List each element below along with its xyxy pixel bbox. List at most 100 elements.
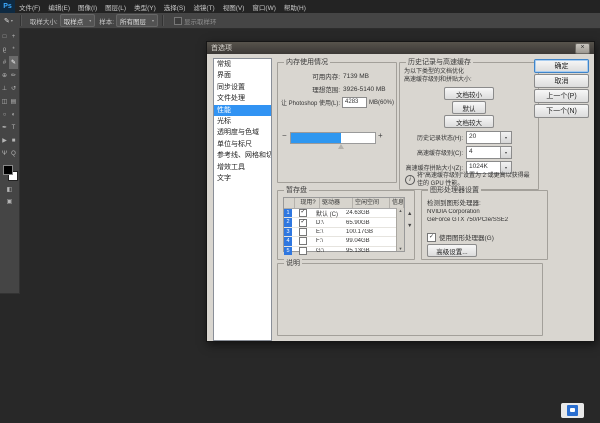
hand-tool[interactable]: Ψ xyxy=(0,147,9,160)
chevron-down-icon: ▾ xyxy=(11,18,13,23)
sidebar-item-type[interactable]: 文字 xyxy=(214,173,271,184)
table-row[interactable]: 1 ✓ 默认 (C) 24.63GB xyxy=(284,209,404,218)
blur-tool[interactable]: ○ xyxy=(0,108,9,121)
zoom-tool[interactable]: Q xyxy=(9,147,18,160)
tall-and-thin-button[interactable]: 文档较小 xyxy=(444,87,494,100)
close-icon[interactable]: × xyxy=(575,43,590,54)
tray-notification[interactable] xyxy=(561,403,584,418)
menu-view[interactable]: 视图(V) xyxy=(219,2,249,12)
memory-slider-thumb[interactable] xyxy=(338,144,344,149)
table-row[interactable]: 2 ✓ D:\ 65.90GB xyxy=(284,218,404,227)
active-checkbox[interactable] xyxy=(299,247,307,255)
menubar: Ps 文件(F) 编辑(E) 图像(I) 图层(L) 类型(Y) 选择(S) 滤… xyxy=(0,0,600,13)
use-gpu-row: ✓ 使用图形处理器(G) xyxy=(427,232,494,242)
menu-layer[interactable]: 图层(L) xyxy=(101,2,130,12)
gradient-tool[interactable]: ▤ xyxy=(9,95,18,108)
sample-size-label: 取样大小: xyxy=(30,16,58,26)
menu-select[interactable]: 选择(S) xyxy=(160,2,190,12)
sidebar-item-performance[interactable]: 性能 xyxy=(214,105,271,116)
cache-levels-label: 高速缓存级别(C): xyxy=(417,148,463,157)
sidebar-item-general[interactable]: 常规 xyxy=(214,59,271,70)
sidebar-item-plugins[interactable]: 增效工具 xyxy=(214,162,271,173)
brush-tool[interactable]: ✏ xyxy=(9,69,18,82)
cancel-button[interactable]: 取消 xyxy=(534,74,589,88)
sidebar-item-sync-settings[interactable]: 同步设置 xyxy=(214,82,271,93)
divider xyxy=(162,15,164,26)
scratch-disks-table: 现用? 驱动器 空闲空间 信息 1 ✓ 默认 (C) 24.63GB 2 ✓ D… xyxy=(283,197,405,252)
scroll-up-icon[interactable]: ▲ xyxy=(399,208,403,213)
move-disk-up-button[interactable]: ▲ xyxy=(407,211,412,217)
ime-tray-icon[interactable] xyxy=(567,405,578,416)
table-row[interactable]: 3 E:\ 100.17GB xyxy=(284,228,404,237)
dodge-tool[interactable]: ◐ xyxy=(9,108,18,121)
pen-tool[interactable]: ✒ xyxy=(0,121,9,134)
crop-tool[interactable]: # xyxy=(0,56,9,69)
menu-help[interactable]: 帮助(H) xyxy=(280,2,310,12)
move-disk-down-button[interactable]: ▼ xyxy=(407,223,412,229)
path-selection-tool[interactable]: ▶ xyxy=(0,134,9,147)
table-row[interactable]: 5 G:\ 95.13GB xyxy=(284,247,404,255)
sidebar-item-cursors[interactable]: 光标 xyxy=(214,116,271,127)
eyedropper-tool-preset[interactable]: ✎▾ xyxy=(4,17,13,25)
active-checkbox[interactable]: ✓ xyxy=(299,209,307,217)
cache-tile-size-label: 高速缓存拼贴大小(Z): xyxy=(406,163,463,172)
magic-wand-tool[interactable]: * xyxy=(9,43,18,56)
clone-stamp-tool[interactable]: ⊥ xyxy=(0,82,9,95)
memory-slider-plus[interactable]: + xyxy=(378,131,383,140)
history-brush-tool[interactable]: ↺ xyxy=(9,82,18,95)
big-and-flat-button[interactable]: 文档较大 xyxy=(444,115,494,128)
sample-size-dropdown[interactable]: 取样点▾ xyxy=(60,14,96,27)
eyedropper-tool[interactable]: ✎ xyxy=(9,56,18,69)
memory-slider-fill xyxy=(291,133,341,143)
advanced-settings-button[interactable]: 高级设置... xyxy=(427,244,477,257)
menu-file[interactable]: 文件(F) xyxy=(15,2,44,12)
sidebar-item-units-rulers[interactable]: 单位与标尺 xyxy=(214,139,271,150)
shape-tool[interactable]: ■ xyxy=(9,134,18,147)
show-sampling-ring-label: 显示取样环 xyxy=(184,16,217,26)
detected-gpu-label: 检测到图形处理器: xyxy=(427,197,545,207)
menu-image[interactable]: 图像(I) xyxy=(74,2,101,12)
spot-healing-brush-tool[interactable]: ⊕ xyxy=(0,69,9,82)
menu-window[interactable]: 窗口(W) xyxy=(248,2,279,12)
cache-levels-combo[interactable]: 4 ▾ xyxy=(466,146,512,159)
history-states-combo[interactable]: 20 ▾ xyxy=(466,131,512,144)
sidebar-item-transparency-gamut[interactable]: 透明度与色域 xyxy=(214,127,271,138)
move-tool[interactable]: + xyxy=(9,30,18,43)
sidebar-item-interface[interactable]: 界面 xyxy=(214,70,271,81)
chevron-down-icon: ▾ xyxy=(500,147,511,158)
menu-edit[interactable]: 编辑(E) xyxy=(44,2,74,12)
memory-slider[interactable] xyxy=(290,132,376,144)
rectangular-marquee-tool[interactable]: □ xyxy=(0,30,9,43)
menu-filter[interactable]: 滤镜(T) xyxy=(189,2,218,12)
lasso-tool[interactable]: ϱ xyxy=(0,43,9,56)
use-gpu-checkbox[interactable]: ✓ xyxy=(427,233,436,242)
active-checkbox[interactable]: ✓ xyxy=(299,219,307,227)
available-memory-row: 可用内存: 7139 MB xyxy=(278,71,393,81)
eyedropper-icon: ✎ xyxy=(4,17,10,25)
sample-dropdown[interactable]: 所有图层▾ xyxy=(116,14,158,27)
menu-type[interactable]: 类型(Y) xyxy=(130,2,160,12)
sidebar-item-file-handling[interactable]: 文件处理 xyxy=(214,93,271,104)
prev-button[interactable]: 上一个(P) xyxy=(534,89,589,103)
show-sampling-ring-checkbox[interactable] xyxy=(174,17,182,25)
scratch-disks-group: 暂存盘 现用? 驱动器 空闲空间 信息 1 ✓ 默认 (C) 24.63GB xyxy=(277,190,415,260)
chevron-down-icon: ▾ xyxy=(89,18,91,23)
default-button[interactable]: 默认 xyxy=(452,101,486,114)
table-scrollbar[interactable]: ▲ ▼ xyxy=(396,208,404,251)
type-tool[interactable]: T xyxy=(9,121,18,134)
memory-slider-minus[interactable]: − xyxy=(282,131,287,140)
scroll-down-icon[interactable]: ▼ xyxy=(399,246,403,251)
next-button[interactable]: 下一个(N) xyxy=(534,104,589,118)
eraser-tool[interactable]: ◫ xyxy=(0,95,9,108)
sidebar-item-guides-grid-slices[interactable]: 参考线、网格和切片 xyxy=(214,150,271,161)
active-checkbox[interactable] xyxy=(299,237,307,245)
quick-mask-button[interactable]: ◧ xyxy=(0,183,19,195)
active-checkbox[interactable] xyxy=(299,228,307,236)
dialog-titlebar[interactable]: 首选项 × xyxy=(207,42,594,54)
ok-button[interactable]: 确定 xyxy=(534,59,589,73)
screen-mode-button[interactable]: ▣ xyxy=(0,195,19,207)
memory-amount-input[interactable]: 4283 xyxy=(342,97,367,108)
table-row[interactable]: 4 F:\ 99.04GB xyxy=(284,237,404,246)
description-title: 说明 xyxy=(284,259,302,268)
foreground-color-swatch[interactable] xyxy=(3,165,13,175)
